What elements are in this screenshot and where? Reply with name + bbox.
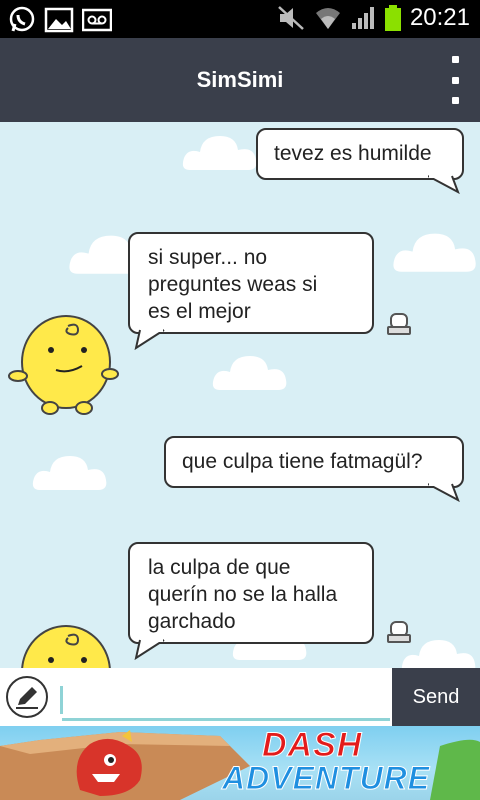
status-bar: 20:21: [0, 0, 480, 38]
dragon-character-icon: [76, 730, 142, 796]
voicemail-icon: [82, 8, 112, 32]
bot-message-bubble[interactable]: si super... no preguntes weas si es el m…: [128, 232, 374, 334]
simsimi-avatar: [21, 625, 111, 668]
message-text: que culpa tiene fatmagül?: [182, 450, 423, 473]
bubble-tail: [134, 638, 165, 660]
overflow-menu-icon[interactable]: [448, 56, 462, 104]
pencil-icon[interactable]: [6, 676, 48, 718]
cloud-icon: [182, 136, 257, 170]
app-header: SimSimi: [0, 38, 480, 122]
message-text: la culpa de que querín no se la halla ga…: [148, 556, 338, 633]
cloud-icon: [32, 456, 107, 490]
simsimi-avatar: [8, 315, 119, 415]
bubble-tail: [428, 482, 460, 502]
signal-icon: [351, 7, 374, 29]
bot-message-bubble[interactable]: la culpa de que querín no se la halla ga…: [128, 542, 374, 644]
bubble-tail: [134, 328, 165, 350]
status-time: 20:21: [409, 4, 470, 31]
message-text: si super... no preguntes weas si es el m…: [148, 246, 318, 323]
send-button[interactable]: Send: [392, 668, 480, 726]
image-icon: [44, 7, 74, 33]
wifi-icon: [315, 8, 340, 29]
cloud-icon: [212, 356, 287, 390]
battery-icon: [384, 5, 401, 31]
message-text: tevez es humilde: [274, 142, 432, 165]
user-message-bubble[interactable]: que culpa tiene fatmagül?: [164, 436, 464, 488]
page-title: SimSimi: [196, 67, 284, 92]
message-input[interactable]: [62, 676, 390, 721]
message-input-bar: Send: [0, 668, 480, 726]
mute-icon: [278, 6, 304, 30]
chat-area[interactable]: tevez es humilde si super... no pregunte…: [0, 122, 480, 668]
bubble-tail: [428, 174, 460, 194]
ad-banner[interactable]: DASH ADVENTURE: [0, 726, 480, 800]
cloud-icon: [393, 233, 476, 272]
report-icon[interactable]: [386, 312, 412, 336]
report-icon[interactable]: [386, 620, 412, 644]
whatsapp-icon: [9, 6, 35, 32]
ad-title-line2: ADVENTURE: [221, 760, 431, 797]
user-message-bubble[interactable]: tevez es humilde: [256, 128, 464, 180]
